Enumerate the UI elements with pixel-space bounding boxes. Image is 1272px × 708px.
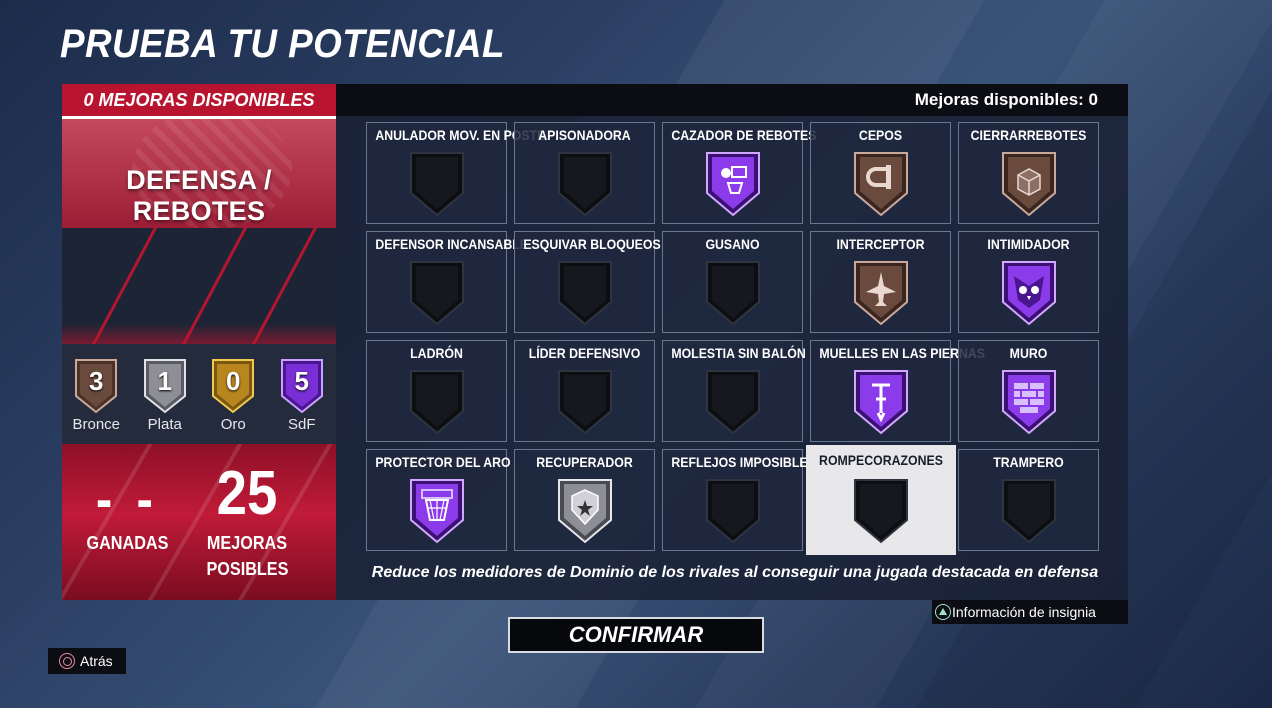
jet-icon (852, 260, 910, 326)
badge-tile[interactable]: MOLESTIA SIN BALÓN (662, 340, 806, 442)
badge-tile[interactable]: DEFENSOR INCANSABLE (366, 231, 528, 333)
badge-name: ANULADOR MOV. EN POSTE (375, 127, 546, 143)
rebound-hoop-icon (704, 151, 762, 217)
possible-label: MEJORAS POSIBLES (206, 533, 289, 579)
gold-badge-icon: 0 (209, 358, 257, 414)
badge-name: INTIMIDADOR (987, 236, 1070, 252)
badge-name: PROTECTOR DEL ARO (375, 454, 511, 470)
badge-tile[interactable]: INTIMIDADOR (958, 231, 1099, 333)
badge-name: TRAMPERO (993, 454, 1064, 470)
empty-badge-icon (556, 151, 614, 217)
badge-tile[interactable]: GUSANO (662, 231, 803, 333)
circle-button-icon (59, 653, 75, 669)
badge-name: CEPOS (858, 127, 903, 143)
badge-name: CIERRARREBOTES (970, 127, 1087, 143)
badge-tile[interactable]: CEPOS (810, 122, 951, 224)
badge-tile[interactable]: RECUPERADOR (514, 449, 655, 551)
empty-badge-icon (704, 369, 762, 435)
possible-value: 25 (216, 459, 278, 528)
empty-badge-icon (556, 369, 614, 435)
triangle-button-icon (935, 604, 951, 620)
badge-tile[interactable]: ANULADOR MOV. EN POSTE (366, 122, 546, 224)
empty-badge-icon (704, 260, 762, 326)
empty-badge-icon (408, 260, 466, 326)
won-label: GANADAS (86, 533, 169, 553)
badge-tile[interactable]: MURO (958, 340, 1099, 442)
badge-description: Reduce los medidores de Dominio de los r… (371, 564, 1099, 581)
tier-hof: 5 SdF (274, 358, 330, 433)
badge-selection-panel: Mejoras disponibles: 0 ANULADOR MOV. EN … (336, 84, 1128, 600)
won-stat: - - GANADAS (82, 468, 172, 556)
hoop-net-icon (408, 478, 466, 544)
silver-badge-icon: 1 (141, 358, 189, 414)
badge-name: ESQUIVAR BLOQUEOS (523, 236, 661, 252)
badge-tile[interactable]: CIERRARREBOTES (958, 122, 1099, 224)
badge-info-button[interactable]: Información de insignia (932, 600, 1128, 624)
available-upgrades-header: 0 MEJORAS DISPONIBLES (62, 84, 336, 116)
category-banner: DEFENSA / REBOTES (62, 116, 336, 228)
empty-badge-icon (408, 369, 466, 435)
won-value: - - (95, 467, 159, 530)
badge-tile[interactable]: TRAMPERO (958, 449, 1099, 551)
badge-tile[interactable]: LADRÓN (366, 340, 507, 442)
badge-tile[interactable]: REFLEJOS IMPOSIBLES (662, 449, 816, 551)
badge-tile[interactable]: MUELLES EN LAS PIERNAS (810, 340, 985, 442)
back-button[interactable]: Atrás (48, 648, 126, 674)
empty-badge-icon (556, 260, 614, 326)
possible-stat: 25 MEJORAS POSIBLES (202, 458, 292, 582)
badge-name: MOLESTIA SIN BALÓN (671, 345, 806, 361)
empty-badge-icon (704, 478, 762, 544)
category-title: DEFENSA / REBOTES (126, 165, 272, 226)
tier-counts: 3 Bronce 1 Plata 0 Oro 5 SdF (62, 344, 336, 444)
tier-silver: 1 Plata (137, 358, 193, 433)
owl-icon (1000, 260, 1058, 326)
badge-tile[interactable]: ROMPECORAZONES (806, 445, 956, 555)
badge-name: INTERCEPTOR (836, 236, 925, 252)
badge-tile[interactable]: APISONADORA (514, 122, 655, 224)
badge-name: MURO (1009, 345, 1048, 361)
page-title: PRUEBA TU POTENCIAL (60, 22, 505, 66)
badge-name: ROMPECORAZONES (819, 452, 943, 468)
category-summary-panel: 0 MEJORAS DISPONIBLES DEFENSA / REBOTES … (62, 84, 336, 600)
available-upgrades-count: Mejoras disponibles: 0 (336, 84, 1128, 116)
badge-tile[interactable]: PROTECTOR DEL ARO (366, 449, 511, 551)
badge-tile[interactable]: CAZADOR DE REBOTES (662, 122, 817, 224)
badge-tile[interactable]: ESQUIVAR BLOQUEOS (514, 231, 661, 333)
badge-tile[interactable]: INTERCEPTOR (810, 231, 951, 333)
brick-wall-icon (1000, 369, 1058, 435)
box-icon (1000, 151, 1058, 217)
badge-name: GUSANO (705, 236, 760, 252)
badge-name: RECUPERADOR (536, 454, 633, 470)
bronze-badge-icon: 3 (72, 358, 120, 414)
badge-name: APISONADORA (538, 127, 631, 143)
empty-badge-icon (852, 478, 910, 544)
badge-name: MUELLES EN LAS PIERNAS (819, 345, 985, 361)
police-badge-icon (556, 478, 614, 544)
badge-name: LADRÓN (410, 345, 463, 361)
badge-tile[interactable]: LÍDER DEFENSIVO (514, 340, 655, 442)
confirm-button[interactable]: CONFIRMAR (508, 617, 764, 653)
decorative-panel (62, 228, 336, 344)
clamp-icon (852, 151, 910, 217)
badge-name: CAZADOR DE REBOTES (671, 127, 817, 143)
badge-name: DEFENSOR INCANSABLE (375, 236, 528, 252)
tier-gold: 0 Oro (205, 358, 261, 433)
hof-badge-icon: 5 (278, 358, 326, 414)
pogo-icon (852, 369, 910, 435)
empty-badge-icon (408, 151, 466, 217)
tier-bronze: 3 Bronce (68, 358, 124, 433)
badge-name: LÍDER DEFENSIVO (528, 345, 641, 361)
badge-name: REFLEJOS IMPOSIBLES (671, 454, 816, 470)
empty-badge-icon (1000, 478, 1058, 544)
upgrade-stats: - - GANADAS 25 MEJORAS POSIBLES (62, 444, 336, 600)
